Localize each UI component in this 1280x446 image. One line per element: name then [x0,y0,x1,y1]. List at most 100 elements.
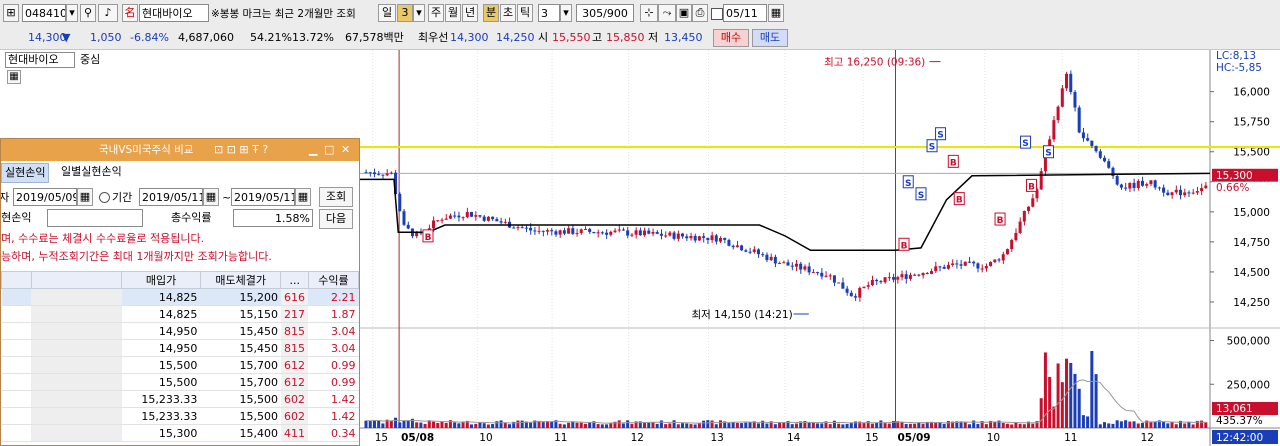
table-row[interactable]: 15,233.33 15,500 602 1.42 [1,407,359,425]
chart-type-icon[interactable]: ⊞ [3,4,19,22]
price-tick-label: 15,000 [1233,207,1270,219]
candle-body [1124,187,1128,189]
tab-realized[interactable]: 실현손익 [1,163,50,183]
period-from-input[interactable]: 2019/05/11 [139,188,203,206]
search-icon[interactable]: ⚲ [80,4,96,22]
volume-bar [1128,421,1132,428]
indicator-icon[interactable]: ⊹ [640,4,658,22]
panel-tools-icon[interactable]: ⊡ ⊡ ⊞ Ŧ ? [214,142,268,158]
speaker-icon[interactable]: ♪ [98,4,118,22]
table-row[interactable]: 14,825 15,200 616 2.21 [1,288,359,306]
candle-body [605,232,609,235]
blurred-cell [31,407,122,425]
volume-bar [1001,422,1005,428]
candle-body [748,251,752,253]
period-count-dropdown-icon[interactable]: ▾ [413,4,425,22]
panel-date-calendar-icon[interactable]: ▦ [77,188,93,206]
next-button[interactable]: 다음 [319,209,353,229]
table-row[interactable]: 15,500 15,700 612 0.99 [1,356,359,374]
candle-body [470,212,474,217]
interval-input[interactable]: 3 [538,4,560,22]
x-tick-label: 14 [787,432,801,444]
candle-body [436,220,440,222]
buy-button[interactable]: 매수 [713,29,749,47]
row-marker [1,407,32,425]
volume-bar [1048,376,1052,428]
period-day[interactable]: 일 [378,4,396,22]
candle-body [1107,161,1111,168]
candle-body [828,275,832,277]
volume-bar [756,423,760,428]
print-icon[interactable]: ⎙ [692,4,708,22]
x-tick-label: 12 [1141,432,1154,444]
period-tick[interactable]: 틱 [517,4,533,22]
volume-bar [655,423,659,428]
candle-body [655,232,659,234]
return-cell: 1.42 [308,390,359,408]
volume-bar [887,423,891,428]
volume-bar [1060,382,1064,428]
candle-body [951,263,955,265]
period-week[interactable]: 주 [428,4,444,22]
volume-bar [828,424,832,428]
period-year[interactable]: 년 [462,4,478,22]
table-row[interactable]: 14,950 15,450 815 3.04 [1,339,359,357]
close-icon[interactable]: ✕ [341,142,350,158]
candle-body [993,259,997,262]
query-button[interactable]: 조회 [319,187,353,207]
period-to-calendar-icon[interactable]: ▦ [295,188,311,206]
table-row[interactable]: 14,825 15,150 217 1.87 [1,305,359,323]
candle-body [693,235,697,241]
stock-code-input[interactable]: 048410 [22,4,66,22]
lc-label: LC:8,13 [1216,50,1257,62]
dropdown-icon[interactable]: ▾ [66,4,78,22]
candle-body [913,274,917,276]
table-row[interactable]: 14,950 15,450 815 3.04 [1,322,359,340]
interval-dropdown-icon[interactable]: ▾ [560,4,572,22]
row-marker [1,305,32,323]
sell-marker-label: S [1022,139,1028,149]
table-row[interactable]: 15,233.33 15,500 602 1.42 [1,390,359,408]
candle-body [955,263,959,265]
calendar-icon[interactable]: ▦ [768,4,784,22]
table-row[interactable]: 15,500 15,700 612 0.99 [1,373,359,391]
table-row[interactable]: 15,300 15,400 411 0.34 [1,424,359,442]
minimize-icon[interactable]: ▁ [309,142,317,158]
period-month[interactable]: 월 [445,4,461,22]
candle-body [432,220,436,229]
sell-button[interactable]: 매도 [752,29,788,47]
candle-body [1166,192,1170,196]
date-checkbox[interactable] [711,8,723,20]
row-marker [1,424,32,442]
candle-body [925,272,929,274]
volume-bar [693,424,697,428]
period-radio[interactable] [99,192,110,203]
trend-icon[interactable]: ⤳ [658,4,676,22]
candle-body [406,224,410,229]
candle-body [929,271,933,274]
panel-date-input[interactable]: 2019/05/09 [13,188,77,206]
candle-body [934,266,938,272]
date-input[interactable]: 05/11 [723,4,767,22]
period-count-select[interactable]: 3 [397,4,413,22]
bid-price: 14,250 [496,31,535,44]
save-icon[interactable]: ▣ [676,4,692,22]
candle-body [676,233,680,239]
tab-daily-realized[interactable]: 일별실현손익 [61,163,122,181]
maximize-icon[interactable]: □ [324,142,334,158]
period-second[interactable]: 초 [500,4,516,22]
candle-body [735,245,739,248]
volume-tick-label: 500,000 [1227,336,1270,348]
stock-type-icon[interactable]: 名 [122,4,138,22]
volume-bar [562,424,566,428]
candle-body [512,227,516,229]
price-tick-label: 14,500 [1233,267,1270,279]
period-minute[interactable]: 분 [483,4,499,22]
period-from-calendar-icon[interactable]: ▦ [203,188,219,206]
candle-body [1086,138,1090,141]
period-to-input[interactable]: 2019/05/11 [231,188,295,206]
candle-body [862,286,866,288]
candle-body [976,263,980,269]
volume-bar [558,423,562,428]
candle-body [824,275,828,277]
